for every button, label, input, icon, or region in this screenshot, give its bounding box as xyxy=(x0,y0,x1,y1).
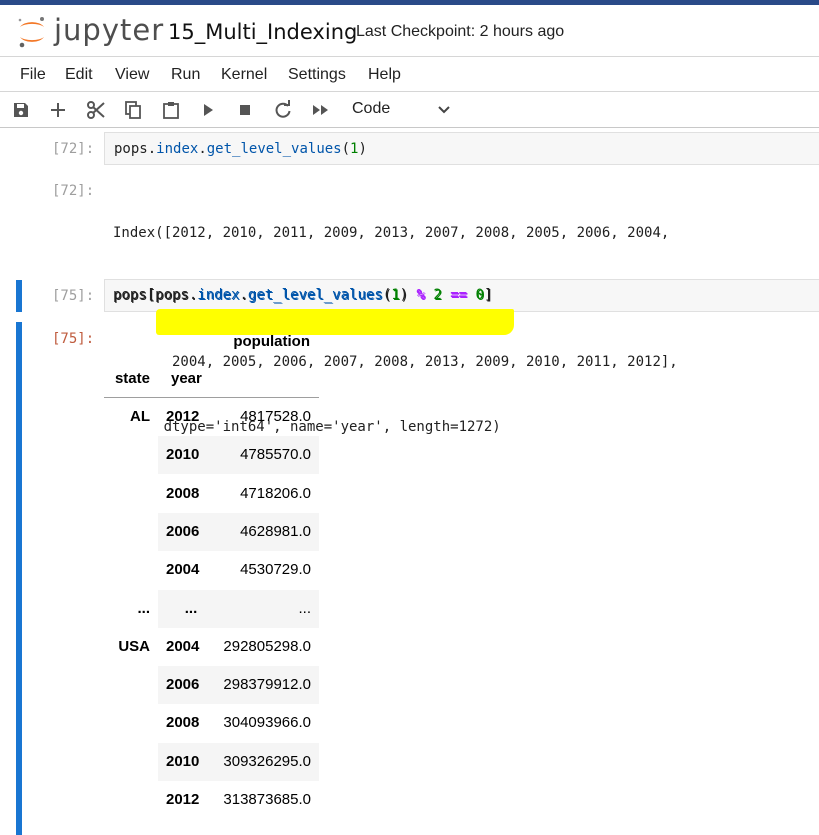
row-state xyxy=(104,666,150,704)
row-population: 309326295.0 xyxy=(223,752,311,770)
row-year: 2008 xyxy=(166,714,200,732)
last-checkpoint: Last Checkpoint: 2 hours ago xyxy=(356,23,565,40)
row-population: ... xyxy=(298,599,311,617)
notebook-panel: [72]: pops.index.get_level_values(1) [72… xyxy=(0,128,819,835)
restart-icon[interactable] xyxy=(273,100,293,120)
row-population: 298379912.0 xyxy=(223,676,311,694)
code-line-overlay: pops[pops.index.get_level_values(1) % 2 … xyxy=(113,287,493,303)
column-header-population: population xyxy=(233,333,310,350)
row-year: 2006 xyxy=(166,676,200,694)
code-line: pops.index.get_level_values(1) xyxy=(114,141,367,157)
row-year: 2012 xyxy=(166,791,200,808)
notebook-header: jupyter 15_Multi_Indexing Last Checkpoin… xyxy=(0,5,819,57)
notebook-title[interactable]: 15_Multi_Indexing xyxy=(168,20,357,44)
menu-kernel[interactable]: Kernel xyxy=(221,66,267,84)
row-year: 2004 xyxy=(166,561,200,579)
paste-icon[interactable] xyxy=(161,100,181,120)
row-population: 4530729.0 xyxy=(240,561,311,579)
row-population: 292805298.0 xyxy=(223,637,311,655)
run-icon[interactable] xyxy=(198,100,218,120)
notebook-toolbar: Code xyxy=(0,92,819,128)
row-state: ... xyxy=(137,599,150,617)
row-year: 2006 xyxy=(166,522,200,540)
stop-icon[interactable] xyxy=(235,100,255,120)
menu-file[interactable]: File xyxy=(20,66,46,84)
row-population: 313873685.0 xyxy=(223,791,311,808)
add-icon[interactable] xyxy=(48,100,68,120)
index-name-state: state xyxy=(114,370,150,387)
menu-edit[interactable]: Edit xyxy=(65,66,93,84)
output-line: Index([2012, 2010, 2011, 2009, 2013, 200… xyxy=(113,225,670,241)
row-state: AL xyxy=(130,408,150,425)
chevron-down-icon[interactable] xyxy=(436,101,452,117)
menu-run[interactable]: Run xyxy=(171,66,200,84)
menu-bar: File Edit View Run Kernel Settings Help xyxy=(0,57,819,92)
output-prompt: [75]: xyxy=(52,331,95,347)
input-prompt: [75]: xyxy=(52,288,95,304)
fast-forward-icon[interactable] xyxy=(311,100,331,120)
code-editor[interactable]: pops.index.get_level_values(1) xyxy=(104,132,819,165)
row-year: 2012 xyxy=(166,408,200,425)
input-prompt: [72]: xyxy=(52,141,95,157)
row-year: 2008 xyxy=(166,484,200,502)
row-population: 4718206.0 xyxy=(240,484,311,502)
row-year: 2010 xyxy=(166,446,200,464)
save-icon[interactable] xyxy=(11,100,31,120)
row-state xyxy=(104,781,150,819)
active-cell-output-bar[interactable] xyxy=(16,322,22,835)
row-state xyxy=(104,436,150,474)
row-year: 2010 xyxy=(166,752,200,770)
row-year: 2004 xyxy=(166,637,200,655)
cell-type-select[interactable]: Code xyxy=(352,100,390,118)
row-population: 4628981.0 xyxy=(240,522,311,540)
menu-help[interactable]: Help xyxy=(368,66,401,84)
row-population: 4817528.0 xyxy=(240,408,311,425)
row-state xyxy=(104,704,150,742)
row-population: 304093966.0 xyxy=(223,714,311,732)
copy-icon[interactable] xyxy=(123,100,143,120)
active-cell-input-bar[interactable] xyxy=(16,280,22,312)
row-state xyxy=(104,475,150,513)
cut-icon[interactable] xyxy=(86,100,106,120)
output-prompt: [72]: xyxy=(52,183,95,199)
index-name-year: year xyxy=(171,370,202,387)
menu-view[interactable]: View xyxy=(115,66,149,84)
menu-settings[interactable]: Settings xyxy=(288,66,346,84)
row-population: 4785570.0 xyxy=(240,446,311,464)
highlighter-mark xyxy=(156,309,514,335)
jupyter-logo-text: jupyter xyxy=(54,13,165,47)
jupyter-logo-icon[interactable] xyxy=(16,15,48,49)
row-state xyxy=(104,551,150,589)
row-state xyxy=(104,743,150,781)
row-state: USA xyxy=(118,637,150,655)
row-year: ... xyxy=(184,599,198,617)
row-state xyxy=(104,513,150,551)
